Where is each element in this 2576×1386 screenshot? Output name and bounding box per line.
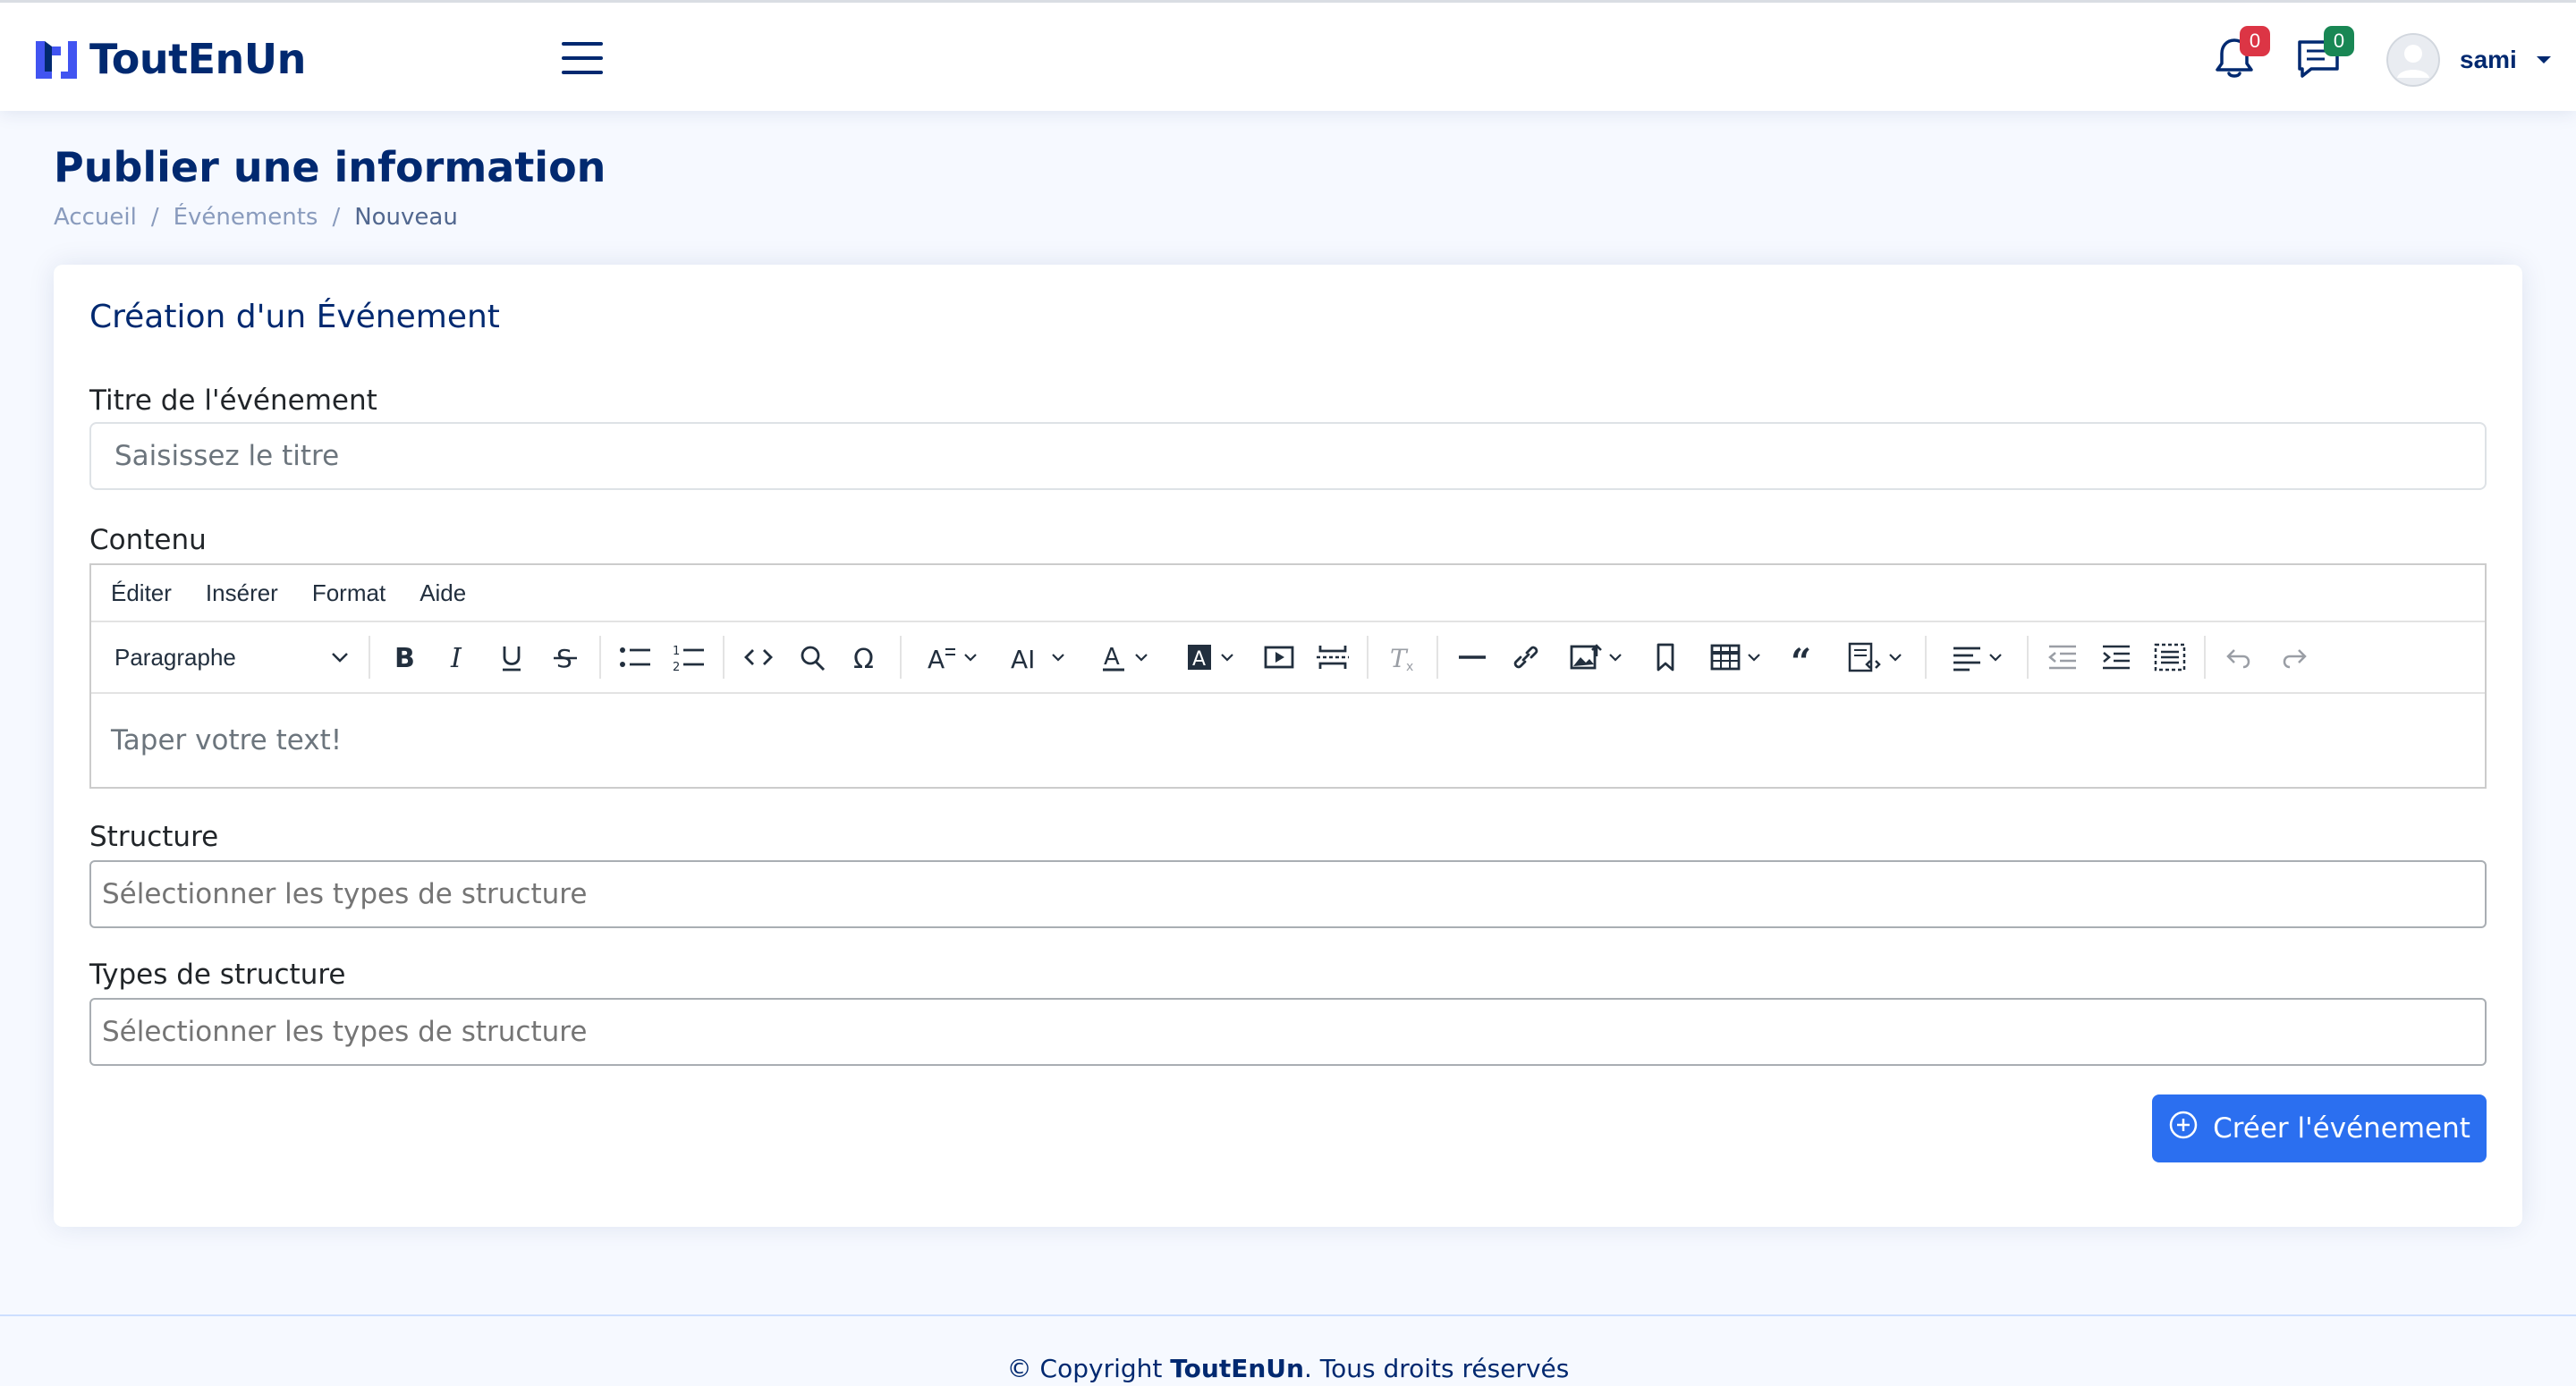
chevron-down-icon <box>1609 654 1622 662</box>
menu-icon[interactable] <box>562 42 603 76</box>
logo[interactable]: ToutEnUn <box>34 35 306 83</box>
indent-icon[interactable] <box>2089 634 2143 680</box>
breadcrumb-separator: / <box>332 204 341 231</box>
breadcrumb-events[interactable]: Événements <box>174 204 318 231</box>
align-icon[interactable] <box>1934 634 2020 680</box>
link-icon[interactable] <box>1499 634 1553 680</box>
card-title: Création d'un Événement <box>89 299 500 335</box>
messages-button[interactable]: 0 <box>2295 26 2354 81</box>
svg-text:AI: AI <box>1011 645 1035 672</box>
event-form-card: Création d'un Événement Titre de l'événe… <box>54 265 2522 1227</box>
code-icon[interactable] <box>732 634 785 680</box>
editor-toolbar: Paragraphe B I S 12 Ω A AI A A T x “ <box>91 622 2485 694</box>
menu-format[interactable]: Format <box>312 579 386 607</box>
outdent-icon[interactable] <box>2036 634 2089 680</box>
svg-text:B: B <box>394 643 415 672</box>
bullet-list-icon[interactable] <box>608 634 662 680</box>
structure-select[interactable]: Sélectionner les types de structure <box>89 860 2487 928</box>
notifications-button[interactable]: 0 <box>2211 26 2270 81</box>
svg-text:A: A <box>1192 648 1206 671</box>
undo-icon[interactable] <box>2213 634 2267 680</box>
chevron-down-icon <box>964 654 977 662</box>
chevron-down-icon <box>1889 654 1902 662</box>
svg-text:I: I <box>450 643 462 672</box>
image-icon[interactable] <box>1553 634 1639 680</box>
font-family-icon[interactable]: A <box>909 634 995 680</box>
chevron-down-icon <box>1052 654 1064 662</box>
chevron-down-icon <box>332 653 348 663</box>
chevron-down-icon <box>2536 56 2551 63</box>
blockquote-icon[interactable]: “ <box>1778 634 1832 680</box>
breadcrumb-current: Nouveau <box>354 204 458 231</box>
chevron-down-icon <box>1135 654 1148 662</box>
numbered-list-icon[interactable]: 12 <box>662 634 716 680</box>
profile-dropdown[interactable]: sami <box>2386 33 2551 87</box>
clear-format-icon[interactable]: Tx <box>1376 634 1429 680</box>
underline-icon[interactable] <box>485 634 538 680</box>
rich-text-editor: Éditer Insérer Format Aide Paragraphe B … <box>89 563 2487 789</box>
strikethrough-icon[interactable]: S <box>538 634 592 680</box>
user-avatar-icon <box>2386 33 2440 87</box>
breadcrumb-home[interactable]: Accueil <box>54 204 137 231</box>
editor-content-area[interactable]: Taper votre text! <box>91 694 2485 787</box>
horizontal-line-icon[interactable] <box>1445 634 1499 680</box>
title-label: Titre de l'événement <box>89 385 377 417</box>
menu-insert[interactable]: Insérer <box>206 579 278 607</box>
bold-icon[interactable]: B <box>377 634 431 680</box>
structure-types-label: Types de structure <box>89 959 346 991</box>
copyright-text: © Copyright ToutEnUn. Tous droits réserv… <box>0 1354 2576 1383</box>
svg-text:1: 1 <box>673 645 680 658</box>
copyright-suffix: . Tous droits réservés <box>1303 1354 1570 1383</box>
template-icon[interactable] <box>1832 634 1918 680</box>
background-color-icon[interactable]: A <box>1166 634 1252 680</box>
block-format-select[interactable]: Paragraphe <box>102 634 361 680</box>
font-size-icon[interactable]: AI <box>995 634 1080 680</box>
footer: © Copyright ToutEnUn. Tous droits réserv… <box>0 1314 2576 1386</box>
chat-icon <box>2295 40 2342 85</box>
plus-circle-icon <box>2168 1110 2199 1147</box>
create-event-label: Créer l'événement <box>2213 1112 2470 1145</box>
svg-text:“: “ <box>1791 642 1811 672</box>
breadcrumb: Accueil / Événements / Nouveau <box>54 204 458 231</box>
svg-text:Ω: Ω <box>853 644 874 672</box>
create-event-button[interactable]: Créer l'événement <box>2152 1094 2487 1162</box>
chevron-down-icon <box>1221 654 1233 662</box>
search-replace-icon[interactable] <box>785 634 839 680</box>
svg-text:2: 2 <box>673 661 680 672</box>
bookmark-icon[interactable] <box>1639 634 1692 680</box>
bell-icon <box>2211 38 2258 85</box>
svg-text:x: x <box>1406 660 1413 672</box>
messages-badge: 0 <box>2324 26 2354 56</box>
media-icon[interactable] <box>1252 634 1306 680</box>
top-header: ToutEnUn 0 0 sami <box>0 0 2576 111</box>
menu-help[interactable]: Aide <box>419 579 466 607</box>
editor-menubar: Éditer Insérer Format Aide <box>91 565 2485 622</box>
page-break-icon[interactable] <box>1306 634 1360 680</box>
user-name: sami <box>2460 46 2517 73</box>
structure-types-select[interactable]: Sélectionner les types de structure <box>89 998 2487 1066</box>
chevron-down-icon <box>1748 654 1760 662</box>
italic-icon[interactable]: I <box>431 634 485 680</box>
block-format-value: Paragraphe <box>114 643 236 671</box>
page-title: Publier une information <box>54 143 606 191</box>
structure-label: Structure <box>89 821 219 853</box>
breadcrumb-separator: / <box>150 204 159 231</box>
notifications-badge: 0 <box>2240 26 2270 56</box>
redo-icon[interactable] <box>2267 634 2320 680</box>
menu-edit[interactable]: Éditer <box>111 579 172 607</box>
table-icon[interactable] <box>1692 634 1778 680</box>
title-input[interactable]: Saisissez le titre <box>89 422 2487 490</box>
svg-text:A: A <box>928 645 945 672</box>
copyright-brand: ToutEnUn <box>1170 1354 1304 1383</box>
svg-text:A: A <box>1104 644 1120 671</box>
logo-icon <box>34 38 79 80</box>
copyright-prefix: © Copyright <box>1006 1354 1171 1383</box>
chevron-down-icon <box>1989 654 2002 662</box>
text-color-icon[interactable]: A <box>1080 634 1166 680</box>
content-label: Contenu <box>89 524 207 556</box>
app-name: ToutEnUn <box>89 35 306 83</box>
select-all-icon[interactable] <box>2143 634 2197 680</box>
special-character-icon[interactable]: Ω <box>839 634 893 680</box>
